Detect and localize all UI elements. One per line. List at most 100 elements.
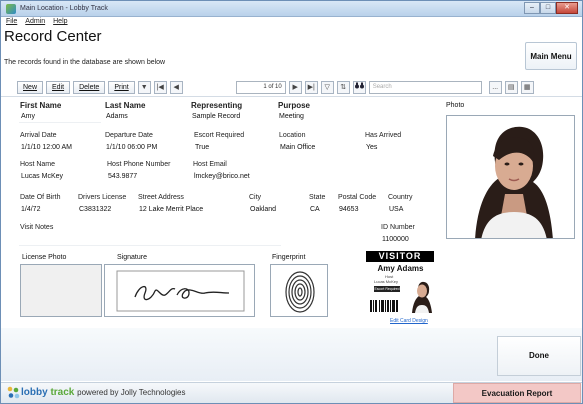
footer-brand: lobby track powered by Jolly Technologie… — [21, 387, 186, 398]
visit-notes-label: Visit Notes — [20, 224, 54, 231]
departure-date-value: 1/1/10 06:00 PM — [106, 144, 158, 151]
city-label: City — [249, 194, 262, 201]
state-label: State — [309, 194, 326, 201]
fingerprint-label: Fingerprint — [272, 254, 306, 261]
page-subtitle: The records found in the database are sh… — [4, 59, 166, 66]
dob-value: 1/4/72 — [21, 206, 41, 213]
country-value: USA — [389, 206, 404, 213]
print-dropdown-icon[interactable]: ▼ — [137, 80, 151, 94]
drivers-license-label: Drivers License — [78, 194, 127, 201]
search-options-button[interactable]: ... — [488, 80, 502, 94]
brand-powered-by: powered by Jolly Technologies — [77, 388, 186, 397]
window-controls: – □ ✕ — [524, 2, 578, 15]
brand-lobby: lobby — [21, 387, 48, 398]
badge-title: VISITOR — [366, 251, 434, 262]
representing-value: Sample Record — [192, 113, 241, 120]
fingerprint-box — [270, 264, 328, 317]
host-email-value: lmckey@brico.net — [194, 173, 250, 180]
app-window: Main Location - Lobby Track – □ ✕ File A… — [0, 0, 583, 404]
window-title: Main Location - Lobby Track — [20, 5, 108, 12]
last-name-label: Last Name — [105, 101, 146, 110]
city-value: Oakland — [250, 206, 277, 213]
menu-bar: File Admin Help — [1, 18, 582, 28]
id-number-value: 1100000 — [382, 236, 409, 243]
prev-record-icon[interactable]: ◀ — [169, 80, 183, 94]
title-bar: Main Location - Lobby Track – □ ✕ — [1, 1, 582, 17]
delete-button[interactable]: Delete — [73, 80, 106, 94]
page-title: Record Center — [4, 28, 102, 45]
new-button[interactable]: New — [17, 80, 44, 94]
last-record-icon[interactable]: ▶| — [304, 80, 318, 94]
card-view-icon[interactable]: ▦ — [520, 80, 534, 94]
evacuation-report-button[interactable]: Evacuation Report — [453, 383, 581, 403]
toolbar-divider — [1, 96, 582, 97]
visitor-photo — [446, 115, 575, 239]
has-arrived-value: Yes — [366, 144, 378, 151]
first-name-value: Amy — [21, 113, 35, 120]
menu-admin[interactable]: Admin — [25, 18, 45, 28]
host-phone-value: 543.9877 — [108, 173, 138, 180]
escort-required-value: True — [195, 144, 210, 151]
arrival-date-label: Arrival Date — [20, 132, 57, 139]
host-phone-label: Host Phone Number — [107, 161, 171, 168]
list-view-icon[interactable]: ▤ — [504, 80, 518, 94]
record-counter: 1 of 10 — [235, 80, 286, 94]
main-menu-button[interactable]: Main Menu — [525, 42, 577, 70]
host-name-value: Lucas McKey — [21, 173, 64, 180]
badge-escort-tag: Escort Required — [374, 286, 400, 292]
last-name-value: Adams — [106, 113, 128, 120]
drivers-license-value: C3831322 — [79, 206, 112, 213]
badge-photo — [412, 281, 432, 313]
badge-name: Amy Adams — [377, 264, 424, 273]
edit-button[interactable]: Edit — [46, 80, 71, 94]
signature-label: Signature — [117, 254, 147, 261]
street-address-label: Street Address — [138, 194, 184, 201]
edit-card-design-link[interactable]: Edit Card Design — [390, 318, 428, 324]
bottom-area — [1, 328, 582, 381]
location-label: Location — [279, 132, 306, 139]
signature-box — [104, 264, 255, 317]
arrival-date-value: 1/1/10 12:00 AM — [21, 144, 72, 151]
print-button[interactable]: Print — [108, 80, 135, 94]
first-record-icon[interactable]: |◀ — [153, 80, 167, 94]
dob-label: Date Of Birth — [20, 194, 61, 201]
close-button[interactable]: ✕ — [556, 2, 578, 14]
license-photo-box — [20, 264, 102, 317]
visitor-badge: VISITOR Amy Adams Host Lucas McKey Escor… — [364, 249, 437, 324]
sort-icon[interactable]: ⇅ — [336, 80, 350, 94]
id-number-label: ID Number — [381, 224, 415, 231]
state-value: CA — [310, 206, 320, 213]
visit-notes-field — [19, 234, 281, 246]
menu-help[interactable]: Help — [53, 18, 67, 28]
filter-icon[interactable]: ▽ — [320, 80, 334, 94]
badge-barcode-icon — [370, 300, 398, 312]
brand-track: track — [50, 387, 75, 398]
lobby-track-logo-icon — [7, 386, 20, 399]
location-value: Main Office — [280, 144, 316, 151]
host-email-label: Host Email — [193, 161, 227, 168]
postal-code-label: Postal Code — [338, 194, 377, 201]
binoculars-icon[interactable] — [352, 80, 366, 94]
app-icon — [6, 3, 16, 14]
purpose-value: Meeting — [279, 113, 304, 120]
has-arrived-label: Has Arrived — [365, 132, 402, 139]
done-button[interactable]: Done — [497, 336, 581, 376]
representing-label: Representing — [191, 101, 243, 110]
next-record-icon[interactable]: ▶ — [288, 80, 302, 94]
escort-required-label: Escort Required — [194, 132, 245, 139]
minimize-button[interactable]: – — [524, 2, 540, 14]
search-input[interactable]: Search — [368, 80, 482, 94]
visit-notes-value — [20, 234, 21, 245]
menu-file[interactable]: File — [6, 18, 17, 28]
first-name-label: First Name — [20, 101, 62, 110]
photo-label: Photo — [446, 102, 465, 109]
record-toolbar: New Edit Delete Print ▼ |◀ ◀ 1 of 10 ▶ ▶… — [17, 79, 582, 95]
country-label: Country — [388, 194, 413, 201]
postal-code-value: 94653 — [339, 206, 359, 213]
purpose-label: Purpose — [278, 101, 311, 110]
badge-host-name: Lucas McKey — [374, 279, 399, 284]
street-address-value: 12 Lake Merrit Place — [139, 206, 204, 213]
maximize-button[interactable]: □ — [540, 2, 556, 14]
host-name-label: Host Name — [20, 161, 56, 168]
license-photo-label: License Photo — [22, 254, 67, 261]
